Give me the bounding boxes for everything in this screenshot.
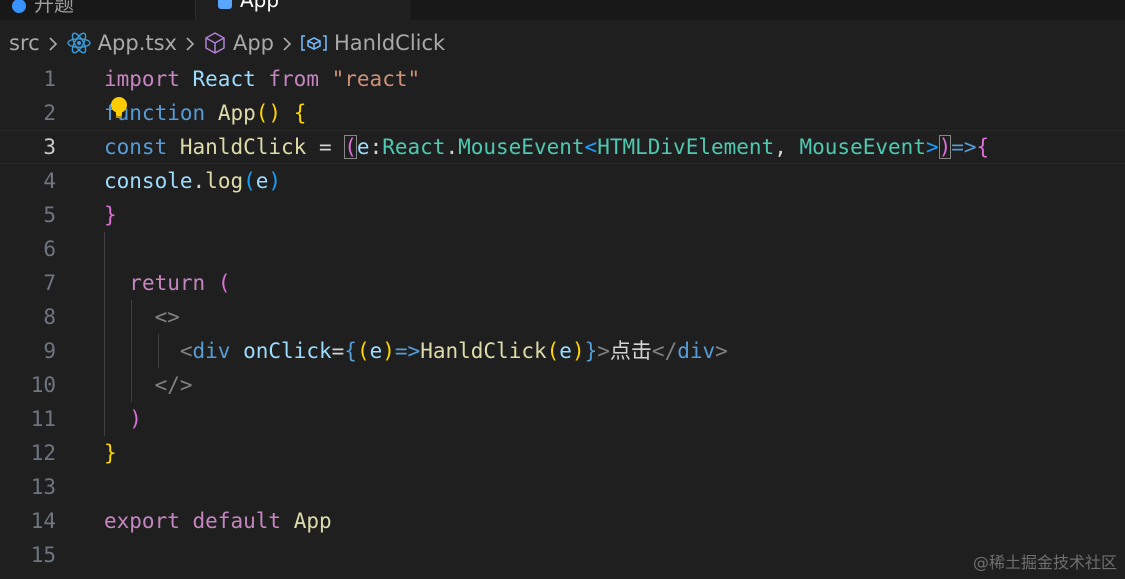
react-icon (218, 0, 232, 9)
line-number: 10 (30, 373, 56, 397)
line-number: 2 (43, 101, 56, 125)
lightbulb-icon[interactable] (108, 96, 130, 120)
code-line[interactable]: 15 (0, 538, 1125, 572)
watermark: @稀土掘金技术社区 (972, 553, 1117, 572)
tab-app-file[interactable]: App (196, 0, 411, 20)
breadcrumb-item-file[interactable]: App.tsx (66, 31, 177, 55)
chevron-right-icon (274, 31, 300, 55)
code-line[interactable]: 6 (0, 232, 1125, 266)
code-text: return ( (129, 271, 231, 295)
chevron-right-icon (40, 31, 66, 55)
bracket-match: ) (938, 135, 952, 159)
tab-other-file[interactable]: 开题 (0, 0, 196, 20)
code-text: } (104, 203, 117, 227)
line-number: 11 (30, 407, 56, 431)
code-line[interactable]: 10 </> (0, 368, 1125, 402)
code-line[interactable]: 7 return ( (0, 266, 1125, 300)
code-text: console.log(e) (104, 169, 282, 193)
code-line[interactable]: 9 <div onClick={(e)=>HanldClick(e)}>点击</… (0, 334, 1125, 368)
cube-icon (203, 31, 227, 55)
line-number: 7 (43, 271, 56, 295)
code-line[interactable]: 1 import React from "react" (0, 62, 1125, 96)
code-line[interactable]: 14 export default App (0, 504, 1125, 538)
breadcrumb-item-src[interactable]: src (9, 31, 40, 55)
code-text: </> (154, 373, 193, 397)
code-line[interactable]: 8 <> (0, 300, 1125, 334)
breadcrumb-item-component[interactable]: App (203, 31, 274, 55)
react-icon (12, 0, 26, 13)
tab-label: 开题 (34, 0, 74, 16)
tab-label: App (240, 0, 280, 12)
code-text: const HanldClick = (e:React.MouseEvent<H… (104, 135, 990, 159)
line-number: 6 (43, 237, 56, 261)
code-line[interactable]: 2 function App() { (0, 96, 1125, 130)
code-editor[interactable]: 1 import React from "react" 2 function A… (0, 62, 1125, 579)
code-text: import React from "react" (104, 67, 421, 91)
line-number: 5 (43, 203, 56, 227)
line-number: 12 (30, 441, 56, 465)
line-number: 9 (43, 339, 56, 363)
line-number: 8 (43, 305, 56, 329)
bracket-match: ( (344, 135, 357, 159)
code-text: export default App (104, 509, 332, 533)
chevron-right-icon (177, 31, 203, 55)
code-text: } (104, 441, 117, 465)
code-line[interactable]: 12 } (0, 436, 1125, 470)
code-text: <div onClick={(e)=>HanldClick(e)}>点击</di… (179, 339, 728, 363)
line-number: 13 (30, 475, 56, 499)
code-line[interactable]: 11 ) (0, 402, 1125, 436)
variable-icon (300, 33, 328, 53)
breadcrumb-item-symbol[interactable]: HanldClick (300, 31, 445, 55)
code-line[interactable]: 5 } (0, 198, 1125, 232)
tab-strip: 开题 App (0, 0, 1125, 20)
line-number: 15 (30, 543, 56, 567)
code-text: ) (129, 407, 142, 431)
code-text: function App() { (104, 101, 307, 125)
line-number: 4 (43, 169, 56, 193)
breadcrumb: src App.tsx App HanldClick (9, 29, 445, 57)
code-text: <> (154, 305, 180, 329)
code-line[interactable]: 4 console.log(e) (0, 164, 1125, 198)
line-number: 1 (43, 67, 56, 91)
line-number: 14 (30, 509, 56, 533)
code-line-current[interactable]: 3 const HanldClick = (e:React.MouseEvent… (0, 130, 1125, 164)
code-line[interactable]: 13 (0, 470, 1125, 504)
react-icon (66, 31, 92, 55)
line-number: 3 (43, 135, 56, 159)
